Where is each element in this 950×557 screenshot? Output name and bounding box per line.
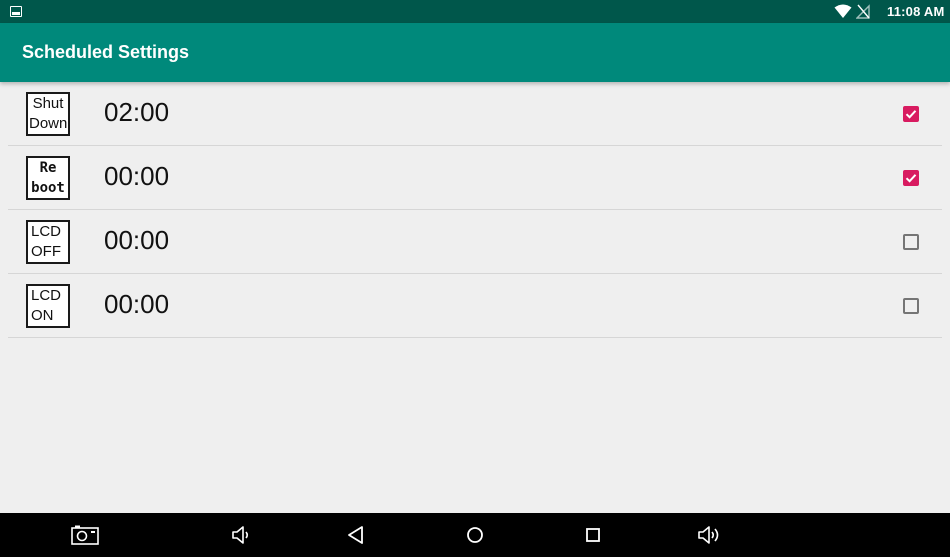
- schedule-time[interactable]: 00:00: [104, 161, 169, 192]
- recents-icon[interactable]: [571, 513, 615, 557]
- schedule-row-shutdown[interactable]: Shut Down 02:00: [8, 82, 942, 146]
- navigation-bar: [0, 513, 950, 557]
- home-icon[interactable]: [453, 513, 497, 557]
- badge-line1: LCD: [31, 287, 62, 304]
- shutdown-badge-icon: Shut Down: [26, 92, 70, 136]
- schedule-time[interactable]: 00:00: [104, 225, 169, 256]
- gallery-icon: [10, 6, 22, 17]
- badge-line1: LCD: [31, 223, 62, 240]
- badge-line1: Re: [39, 160, 57, 176]
- schedule-row-reboot[interactable]: Re boot 00:00: [8, 146, 942, 210]
- schedule-checkbox[interactable]: [903, 298, 919, 314]
- badge-line2: boot: [31, 180, 65, 196]
- badge-line2: OFF: [31, 243, 61, 260]
- badge-line2: ON: [31, 307, 54, 324]
- schedule-row-lcd-on[interactable]: LCD ON 00:00: [8, 274, 942, 338]
- wifi-icon: [834, 4, 852, 18]
- reboot-badge-icon: Re boot: [26, 156, 70, 200]
- screenshot-camera-icon[interactable]: [63, 513, 107, 557]
- checkmark-icon: [905, 174, 917, 183]
- schedule-list: Shut Down 02:00 Re boot 00:00 LCD OFF 00…: [8, 82, 942, 338]
- status-clock: 11:08 AM: [887, 4, 945, 19]
- lcd-off-badge-icon: LCD OFF: [26, 220, 70, 264]
- schedule-checkbox[interactable]: [903, 234, 919, 250]
- volume-down-icon[interactable]: [219, 513, 263, 557]
- schedule-checkbox[interactable]: [903, 170, 919, 186]
- no-signal-icon: [856, 4, 870, 19]
- page-title: Scheduled Settings: [22, 42, 190, 62]
- checkmark-icon: [905, 110, 917, 119]
- schedule-time[interactable]: 02:00: [104, 97, 169, 128]
- schedule-row-lcd-off[interactable]: LCD OFF 00:00: [8, 210, 942, 274]
- app-bar: Scheduled Settings: [0, 23, 950, 82]
- badge-line1: Shut: [32, 95, 64, 112]
- volume-up-icon[interactable]: [687, 513, 731, 557]
- status-bar: 11:08 AM: [0, 0, 950, 23]
- schedule-checkbox[interactable]: [903, 106, 919, 122]
- schedule-time[interactable]: 00:00: [104, 289, 169, 320]
- back-icon[interactable]: [334, 513, 378, 557]
- badge-line2: Down: [29, 115, 68, 132]
- lcd-on-badge-icon: LCD ON: [26, 284, 70, 328]
